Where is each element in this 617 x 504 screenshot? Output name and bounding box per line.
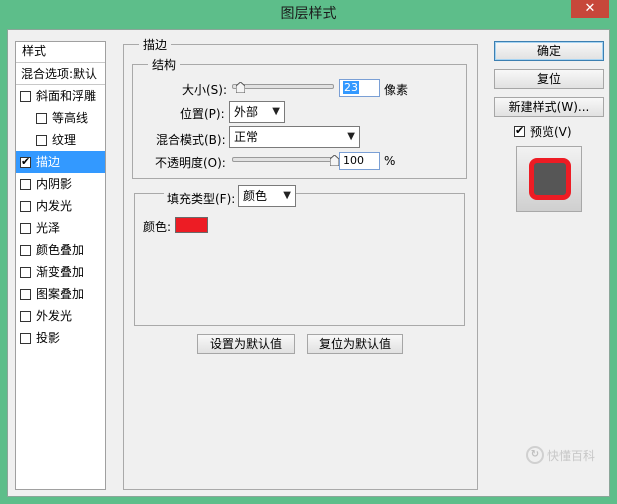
preview-shape	[529, 158, 571, 200]
style-item-label: 等高线	[52, 111, 89, 125]
style-checkbox[interactable]	[20, 178, 31, 190]
style-item[interactable]: 内阴影	[16, 173, 105, 195]
size-slider-track[interactable]	[232, 84, 334, 89]
watermark: ↻ 快懂百科	[525, 446, 595, 464]
size-label: 大小(S):	[182, 83, 228, 97]
title-bar[interactable]: 图层样式 ✕	[0, 0, 617, 24]
style-checkbox[interactable]	[20, 288, 31, 300]
dialog-title: 图层样式	[280, 6, 337, 22]
style-checkbox[interactable]	[36, 112, 47, 124]
layer-style-dialog: 图层样式 ✕ 样式 混合选项:默认 斜面和浮雕等高线纹理描边内阴影内发光光泽颜色…	[0, 0, 617, 504]
style-item-label: 描边	[36, 155, 61, 169]
style-item[interactable]: 投影	[16, 327, 105, 349]
style-item-label: 外发光	[36, 309, 73, 323]
style-item-label: 投影	[36, 331, 61, 345]
style-items: 斜面和浮雕等高线纹理描边内阴影内发光光泽颜色叠加渐变叠加图案叠加外发光投影	[16, 85, 105, 349]
size-input[interactable]: 23	[339, 79, 380, 97]
reset-default-button[interactable]: 复位为默认值	[307, 334, 403, 354]
style-item-label: 斜面和浮雕	[36, 89, 97, 103]
style-item-label: 渐变叠加	[36, 265, 85, 279]
style-item[interactable]: 内发光	[16, 195, 105, 217]
watermark-logo-icon: ↻	[525, 446, 544, 464]
preview-checkbox[interactable]: 预览(V)	[514, 123, 572, 140]
style-item[interactable]: 描边	[16, 151, 105, 173]
stroke-color-swatch[interactable]	[175, 217, 208, 233]
style-item[interactable]: 斜面和浮雕	[16, 85, 105, 107]
style-item-label: 图案叠加	[36, 287, 85, 301]
close-button[interactable]: ✕	[571, 0, 609, 18]
style-item[interactable]: 颜色叠加	[16, 239, 105, 261]
style-item[interactable]: 等高线	[16, 107, 105, 129]
style-item-label: 内阴影	[36, 177, 73, 191]
style-item-label: 内发光	[36, 199, 73, 213]
ok-button[interactable]: 确定	[494, 41, 604, 61]
new-style-button[interactable]: 新建样式(W)...	[494, 97, 604, 117]
watermark-text: 快懂百科	[546, 448, 595, 463]
style-item[interactable]: 渐变叠加	[16, 261, 105, 283]
style-item-label: 颜色叠加	[36, 243, 85, 257]
dialog-client-area: 样式 混合选项:默认 斜面和浮雕等高线纹理描边内阴影内发光光泽颜色叠加渐变叠加图…	[7, 29, 610, 497]
style-item-label: 纹理	[52, 133, 77, 147]
styles-header[interactable]: 样式	[16, 42, 105, 63]
blending-options-item[interactable]: 混合选项:默认	[16, 63, 105, 85]
blend-mode-select[interactable]: 正常 ▼	[229, 126, 360, 148]
opacity-label: 不透明度(O):	[155, 156, 226, 170]
preview-check-icon	[514, 124, 525, 138]
opacity-input[interactable]: 100	[339, 152, 380, 170]
color-label: 颜色:	[143, 220, 172, 234]
style-item[interactable]: 纹理	[16, 129, 105, 151]
reset-button[interactable]: 复位	[494, 69, 604, 89]
style-checkbox[interactable]	[20, 200, 31, 212]
fill-group	[134, 193, 465, 326]
style-item[interactable]: 图案叠加	[16, 283, 105, 305]
opacity-slider-thumb[interactable]	[329, 155, 339, 166]
styles-list: 样式 混合选项:默认 斜面和浮雕等高线纹理描边内阴影内发光光泽颜色叠加渐变叠加图…	[15, 41, 106, 490]
style-preview	[516, 146, 582, 212]
set-default-button[interactable]: 设置为默认值	[197, 334, 295, 354]
style-checkbox[interactable]	[20, 266, 31, 278]
style-checkbox[interactable]	[20, 222, 31, 234]
style-checkbox[interactable]	[20, 332, 31, 344]
size-unit: 像素	[384, 83, 409, 97]
chevron-down-icon: ▼	[283, 190, 291, 201]
style-checkbox[interactable]	[20, 90, 31, 102]
style-checkbox[interactable]	[36, 134, 47, 146]
fill-type-select[interactable]: 颜色 ▼	[238, 185, 296, 207]
chevron-down-icon: ▼	[347, 131, 355, 142]
close-icon: ✕	[584, 1, 596, 16]
style-checkbox[interactable]	[20, 155, 31, 169]
chevron-down-icon: ▼	[272, 106, 280, 117]
structure-group-title: 结构	[148, 56, 181, 73]
opacity-slider-track[interactable]	[232, 157, 334, 162]
style-checkbox[interactable]	[20, 310, 31, 322]
style-item[interactable]: 光泽	[16, 217, 105, 239]
style-checkbox[interactable]	[20, 244, 31, 256]
position-select[interactable]: 外部 ▼	[229, 101, 285, 123]
size-slider-thumb[interactable]	[235, 82, 245, 93]
preview-label: 预览(V)	[530, 125, 572, 139]
position-label: 位置(P):	[180, 107, 225, 121]
style-item-label: 光泽	[36, 221, 61, 235]
blend-mode-label: 混合模式(B):	[156, 133, 226, 147]
stroke-group-title: 描边	[139, 36, 172, 53]
style-item[interactable]: 外发光	[16, 305, 105, 327]
opacity-unit: %	[384, 154, 396, 168]
fill-type-label: 填充类型(F):	[164, 190, 239, 207]
